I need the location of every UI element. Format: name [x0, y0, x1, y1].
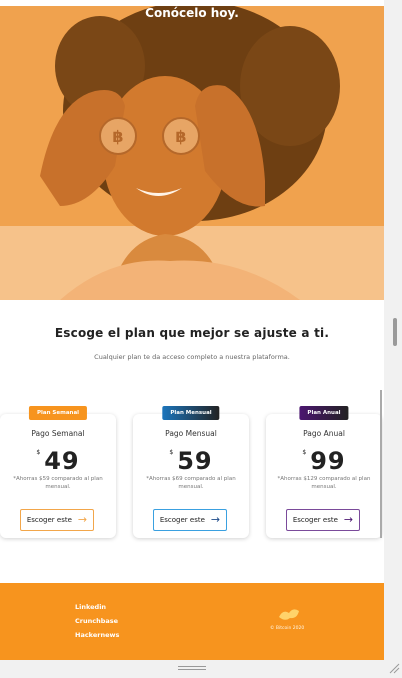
saving-line: *Ahorras $129 comparado al plan [277, 476, 371, 482]
footer: Linkedin Crunchbase Hackernews © Bitcoin… [0, 583, 384, 660]
saving-line: mensual. [45, 484, 71, 490]
choose-plan-label: Escoger este [26, 516, 72, 524]
plan-saving-note: *Ahorras $69 comparado al plan mensual. [143, 475, 239, 491]
choose-plan-label: Escoger este [292, 516, 338, 524]
svg-text:฿: ฿ [112, 127, 123, 146]
saving-line: *Ahorras $59 comparado al plan [13, 476, 103, 482]
footer-link-crunchbase[interactable]: Crunchbase [75, 617, 118, 625]
plan-card-weekly: Plan Semanal Pago Semanal $49 *Ahorras $… [0, 406, 116, 538]
hero-section: ฿ ฿ Conócelo hoy. [0, 6, 384, 300]
plans-subtitle: Cualquier plan te da acceso completo a n… [94, 353, 290, 361]
plan-saving-note: *Ahorras $59 comparado al plan mensual. [10, 475, 106, 491]
price-currency: $ [36, 449, 41, 456]
scrollbar-thumb[interactable] [393, 318, 397, 346]
footer-copyright: © Bitcoin 2020 [270, 626, 305, 631]
page-scrollbar[interactable] [388, 0, 402, 660]
arrow-right-icon: → [77, 513, 88, 526]
plan-name: Pago Anual [303, 429, 345, 438]
price-value: 59 [177, 447, 213, 475]
plans-title: Escoge el plan que mejor se ajuste a ti. [54, 326, 330, 340]
choose-plan-label: Escoger este [159, 516, 205, 524]
page: ฿ ฿ Conócelo hoy. Escoge el plan que mej… [0, 0, 384, 660]
saving-line: *Ahorras $69 comparado al plan [146, 476, 236, 482]
hero-image: ฿ ฿ [0, 6, 384, 300]
plan-name: Pago Semanal [31, 429, 85, 438]
resize-handle[interactable] [178, 664, 206, 672]
plan-saving-note: *Ahorras $129 comparado al plan mensual. [276, 475, 372, 491]
saving-line: mensual. [311, 484, 337, 490]
brand-logo-icon [279, 609, 299, 620]
choose-plan-button[interactable]: Escoger este → [20, 509, 94, 531]
hero-title: Conócelo hoy. [145, 6, 239, 20]
plan-name: Pago Mensual [165, 429, 217, 438]
plan-card-monthly: Plan Mensual Pago Mensual $59 *Ahorras $… [133, 406, 249, 538]
svg-text:฿: ฿ [175, 127, 186, 146]
choose-plan-button[interactable]: Escoger este → [286, 509, 360, 531]
price-currency: $ [169, 449, 174, 456]
plan-badge: Plan Mensual [162, 406, 220, 420]
price-value: 99 [310, 447, 346, 475]
price-currency: $ [302, 449, 307, 456]
plans-scrollbar[interactable] [380, 390, 382, 538]
footer-link-hackernews[interactable]: Hackernews [75, 631, 119, 639]
plan-badge: Plan Semanal [28, 406, 88, 420]
saving-line: mensual. [178, 484, 204, 490]
plan-card-annual: Plan Anual Pago Anual $99 *Ahorras $129 … [266, 406, 382, 538]
resize-grip-icon[interactable] [388, 662, 400, 674]
plan-price: $59 [133, 447, 249, 475]
plan-price: $99 [266, 447, 382, 475]
arrow-right-icon: → [210, 513, 221, 526]
plan-price: $49 [0, 447, 116, 475]
choose-plan-button[interactable]: Escoger este → [153, 509, 227, 531]
arrow-right-icon: → [343, 513, 354, 526]
footer-link-linkedin[interactable]: Linkedin [75, 603, 106, 611]
plan-badge: Plan Anual [299, 406, 349, 420]
price-value: 49 [44, 447, 80, 475]
